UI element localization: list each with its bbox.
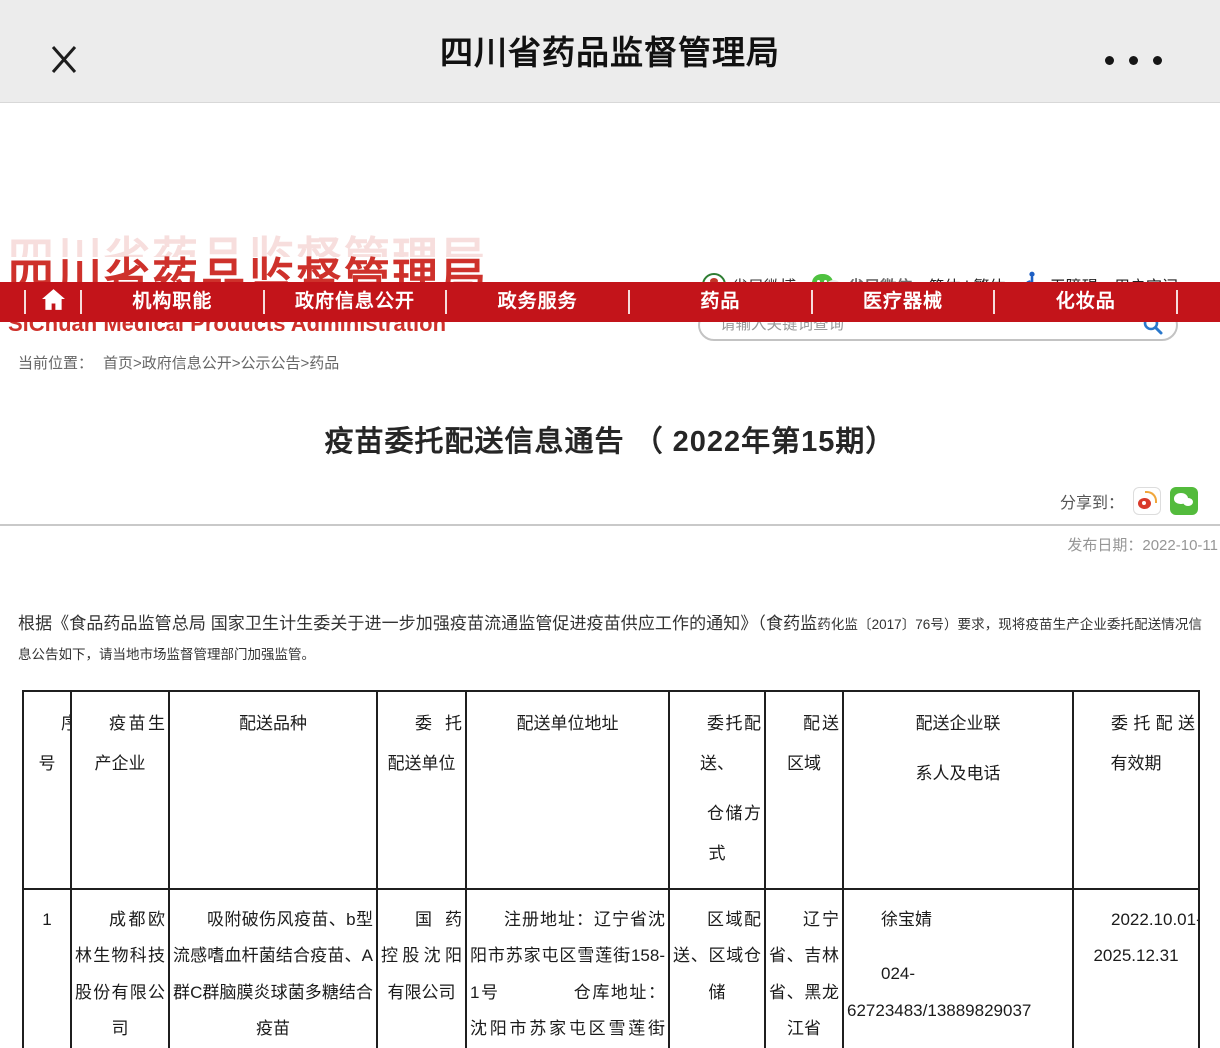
contact-phone: 024-62723483/13889829037 [847, 956, 1069, 1029]
header-varieties: 配送品种 [169, 691, 377, 889]
notice-body: 根据《食品药品监管总局 国家卫生计生委关于进一步加强疫苗流通监管促进疫苗供应工作… [18, 608, 1202, 669]
header-region: 配送区域 [765, 691, 843, 889]
nav-item-huazhuangpin[interactable]: 化妆品 [995, 282, 1176, 322]
cell-varieties: 吸附破伤风疫苗、b型流感嗜血杆菌结合疫苗、A群C群脑膜炎球菌多糖结合疫苗 [169, 889, 377, 1048]
main-nav: 机构职能 政府信息公开 政务服务 药品 医疗器械 化妆品 [0, 282, 1220, 322]
nav-item-yaopin[interactable]: 药品 [630, 282, 811, 322]
cell-contact: 徐宝婧 024-62723483/13889829037 [843, 889, 1073, 1048]
cell-region: 辽宁省、吉林省、黑龙江省 [765, 889, 843, 1048]
webview-title: 四川省药品监督管理局 [0, 0, 1220, 102]
webview-toolbar: 四川省药品监督管理局 [0, 0, 1220, 103]
header-distributor: 委托配送单位 [377, 691, 466, 889]
breadcrumb-path[interactable]: 首页>政府信息公开>公示公告>药品 [103, 355, 339, 372]
publish-date: 发布日期：2022-10-11 [1067, 534, 1218, 555]
cell-address: 注册地址：辽宁省沈阳市苏家屯区雪莲街158-1号 仓库地址：沈阳市苏家屯区雪莲街… [466, 889, 669, 1048]
nav-home[interactable] [26, 288, 80, 316]
share-label: 分享到： [1060, 489, 1124, 513]
header-contact: 配送企业联 系人及电话 [843, 691, 1073, 889]
table-header-row: 序号 疫苗生产企业 配送品种 委托配送单位 配送单位地址 委托配送、 仓储方式 … [23, 691, 1199, 889]
header-producer: 疫苗生产企业 [71, 691, 169, 889]
nav-item-zhengwufuwu[interactable]: 政务服务 [447, 282, 628, 322]
menu-dots-icon[interactable] [1105, 56, 1162, 65]
header-seq: 序号 [23, 691, 71, 889]
breadcrumb-label: 当前位置： [18, 355, 93, 372]
table-row: 1 成都欧林生物科技股份有限公司 吸附破伤风疫苗、b型流感嗜血杆菌结合疫苗、A群… [23, 889, 1199, 1048]
cell-producer: 成都欧林生物科技股份有限公司 [71, 889, 169, 1048]
header-mode: 委托配送、 仓储方式 [669, 691, 765, 889]
vaccine-distribution-table: 序号 疫苗生产企业 配送品种 委托配送单位 配送单位地址 委托配送、 仓储方式 … [22, 690, 1200, 1048]
share-wechat-icon[interactable] [1170, 487, 1198, 515]
cell-validity: 2022.10.01-2025.12.31 [1073, 889, 1199, 1048]
site-header: 四川省药品监督管理局 四川省药品监督管理局 SiChuan Medical Pr… [0, 103, 1220, 282]
cell-seq: 1 [23, 889, 71, 1048]
cell-mode: 区域配送、区域仓储 [669, 889, 765, 1048]
breadcrumb: 当前位置： 首页>政府信息公开>公示公告>药品 [18, 352, 339, 373]
header-validity: 委托配送有效期 [1073, 691, 1199, 889]
header-address: 配送单位地址 [466, 691, 669, 889]
body-segment-large: 根据《食品药品监管总局 国家卫生计生委关于进一步加强疫苗流通监管促进疫苗供应工作… [18, 614, 817, 633]
share-weibo-icon[interactable] [1133, 487, 1161, 515]
nav-item-jigou[interactable]: 机构职能 [82, 282, 263, 322]
cell-distributor: 国药控股沈阳有限公司 [377, 889, 466, 1048]
divider [0, 524, 1220, 526]
nav-item-yiliaoqixie[interactable]: 医疗器械 [813, 282, 994, 322]
page: 四川省药品监督管理局 四川省药品监督管理局 四川省药品监督管理局 SiChuan… [0, 0, 1220, 1048]
contact-name: 徐宝婧 [847, 902, 1069, 939]
page-title: 疫苗委托配送信息通告 （ 2022年第15期） [0, 418, 1220, 460]
home-icon [41, 288, 66, 316]
nav-item-xinxigongkai[interactable]: 政府信息公开 [265, 282, 446, 322]
share-row: 分享到： [1060, 487, 1198, 515]
